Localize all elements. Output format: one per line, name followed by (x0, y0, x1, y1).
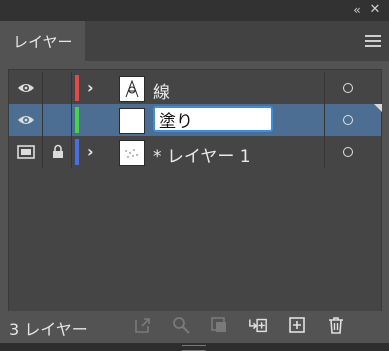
layers-list: › 線 塗り › * レイヤー 1 (8, 69, 382, 312)
layer-thumbnail (119, 76, 145, 102)
target-cell[interactable] (324, 72, 382, 104)
lock-toggle[interactable] (43, 72, 72, 104)
new-sublayer-icon[interactable] (248, 315, 268, 335)
eye-icon (18, 84, 34, 92)
double-chevron-left-icon[interactable]: ‹‹ (349, 3, 363, 17)
layer-color-swatch (75, 107, 79, 133)
clipping-mask-icon[interactable] (209, 315, 229, 335)
target-circle-icon[interactable] (343, 83, 353, 93)
layer-color-swatch (75, 139, 79, 165)
layer-thumbnail (119, 140, 145, 166)
grip-handle-icon (182, 345, 206, 351)
resize-grip[interactable] (0, 343, 389, 351)
layer-color-swatch (75, 75, 79, 101)
trash-icon[interactable] (326, 315, 346, 335)
close-icon[interactable]: ✕ (368, 3, 382, 17)
panel-footer: 3 レイヤー (0, 311, 389, 343)
layer-name[interactable]: 線 (153, 78, 170, 103)
new-layer-icon[interactable] (287, 315, 307, 335)
lock-toggle[interactable] (43, 136, 72, 168)
tab-label: レイヤー (13, 33, 73, 51)
export-icon[interactable] (133, 315, 153, 335)
target-cell[interactable] (324, 104, 382, 136)
layer-row-selected[interactable] (9, 104, 382, 136)
chevron-right-icon[interactable]: › (87, 142, 99, 162)
layer-thumbnail (119, 108, 145, 134)
tab-bar: レイヤー (0, 21, 389, 61)
selection-indicator-icon (374, 104, 382, 112)
layer-name[interactable]: * レイヤー 1 (153, 142, 251, 167)
lock-toggle[interactable] (43, 104, 72, 136)
layer-row[interactable]: › * レイヤー 1 (9, 136, 381, 168)
lock-icon (53, 144, 63, 158)
panel-top-bar: ‹‹ ✕ (0, 0, 389, 21)
visibility-toggle[interactable] (9, 104, 43, 136)
search-icon[interactable] (171, 315, 191, 335)
visibility-toggle[interactable] (9, 136, 43, 168)
target-circle-icon[interactable] (343, 115, 353, 125)
eye-icon (18, 116, 34, 124)
template-layer-icon (17, 145, 35, 159)
visibility-toggle[interactable] (9, 72, 43, 104)
hamburger-menu-icon[interactable] (365, 35, 381, 47)
layer-row[interactable]: › 線 (9, 72, 381, 104)
chevron-right-icon[interactable]: › (87, 78, 99, 98)
layer-count: 3 レイヤー (9, 320, 88, 339)
layer-name-input[interactable] (153, 106, 273, 132)
tab-layers[interactable]: レイヤー (0, 21, 85, 61)
target-cell[interactable] (324, 136, 382, 168)
target-circle-icon[interactable] (343, 147, 353, 157)
